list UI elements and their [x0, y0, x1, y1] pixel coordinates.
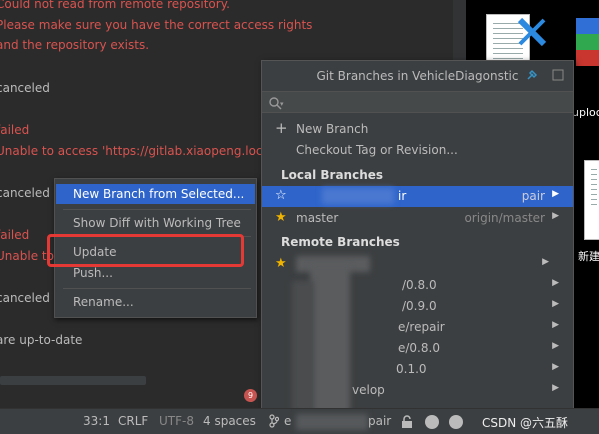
- winrar-icon[interactable]: [576, 18, 599, 68]
- submenu-arrow-icon: ▶: [552, 189, 559, 199]
- notification-badge[interactable]: 9: [244, 389, 257, 402]
- new-branch-action[interactable]: + New Branch: [262, 119, 573, 140]
- sad-face-icon[interactable]: [449, 415, 463, 429]
- log-line: failed: [0, 123, 30, 137]
- highlight-annotation: [47, 234, 244, 267]
- plus-icon: +: [275, 119, 288, 137]
- log-line: canceled: [0, 291, 50, 305]
- pin-icon[interactable]: [526, 69, 538, 81]
- settings-icon[interactable]: [552, 69, 564, 81]
- vcs-prefix[interactable]: e: [284, 414, 291, 428]
- file-encoding[interactable]: UTF-8: [159, 414, 194, 428]
- horizontal-scrollbar[interactable]: [0, 376, 146, 385]
- star-outline-icon: ☆: [275, 188, 287, 203]
- remote-branch-row[interactable]: ★ ▶: [262, 254, 573, 275]
- log-line: canceled: [0, 186, 50, 200]
- menu-item-new-branch-from-selected[interactable]: New Branch from Selected...: [73, 187, 244, 201]
- vcs-branch[interactable]: pair: [368, 414, 391, 428]
- menu-separator: [63, 209, 251, 210]
- caret-position[interactable]: 33:1: [83, 414, 110, 428]
- submenu-arrow-icon: ▶: [552, 278, 559, 288]
- local-branches-header: Local Branches: [281, 168, 384, 182]
- git-branches-popup: Git Branches in VehicleDiagonstic ▾ + Ne…: [261, 60, 574, 434]
- smiley-icon[interactable]: [425, 415, 439, 429]
- remote-branches-header: Remote Branches: [281, 235, 400, 249]
- log-line: and the repository exists.: [0, 38, 150, 52]
- star-icon: ★: [275, 210, 287, 225]
- submenu-arrow-icon: ▶: [552, 362, 559, 372]
- desktop-label: uploc: [572, 106, 599, 119]
- local-branch-row[interactable]: ★ master origin/master ▶: [262, 208, 573, 229]
- checkout-tag-action[interactable]: Checkout Tag or Revision...: [262, 140, 573, 161]
- log-line: failed: [0, 228, 30, 242]
- watermark: CSDN @六五酥: [482, 416, 569, 430]
- submenu-arrow-icon: ▶: [552, 320, 559, 330]
- log-line: canceled: [0, 81, 50, 95]
- submenu-arrow-icon: ▶: [552, 211, 559, 221]
- log-line: Please make sure you have the correct ac…: [0, 18, 313, 32]
- log-line: are up-to-date: [0, 333, 83, 347]
- menu-separator: [63, 288, 251, 289]
- document-icon[interactable]: [584, 160, 599, 240]
- dropdown-icon: ▾: [280, 100, 284, 108]
- branch-search-field[interactable]: ▾: [262, 91, 573, 113]
- submenu-arrow-icon: ▶: [552, 341, 559, 351]
- lock-icon[interactable]: [401, 415, 413, 429]
- local-branch-row[interactable]: ☆ ir pair ▶: [262, 186, 573, 207]
- line-separator[interactable]: CRLF: [118, 414, 148, 428]
- menu-item-push[interactable]: Push...: [73, 266, 113, 280]
- desktop-label: 新建: [578, 250, 599, 263]
- menu-item-show-diff[interactable]: Show Diff with Working Tree: [73, 216, 241, 230]
- submenu-arrow-icon: ▶: [552, 383, 559, 393]
- tools-icon: [517, 17, 547, 47]
- indent-setting[interactable]: 4 spaces: [203, 414, 256, 428]
- git-branch-icon: [269, 414, 279, 428]
- submenu-arrow-icon: ▶: [542, 257, 549, 267]
- star-icon: ★: [275, 256, 287, 271]
- log-line: Could not read from remote repository.: [0, 0, 230, 11]
- submenu-arrow-icon: ▶: [552, 299, 559, 309]
- menu-item-rename[interactable]: Rename...: [73, 295, 134, 309]
- status-bar: 33:1 CRLF UTF-8 4 spaces e pair CSDN @六五…: [0, 408, 599, 434]
